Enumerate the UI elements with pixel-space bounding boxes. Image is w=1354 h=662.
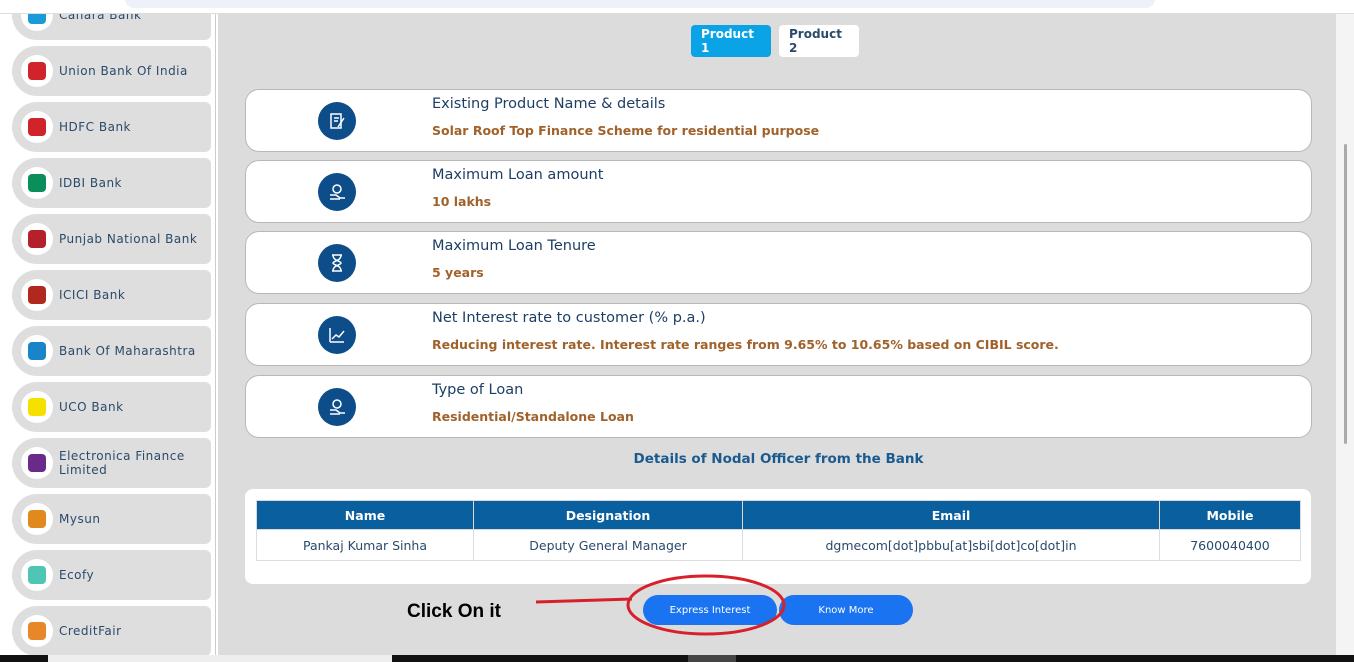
bank-name: Mysun	[59, 512, 101, 526]
hourglass-icon	[318, 244, 356, 282]
officer-name: Pankaj Kumar Sinha	[256, 529, 474, 561]
taskbar	[0, 655, 1354, 662]
detail-value: 10 lakhs	[432, 194, 492, 209]
detail-title: Maximum Loan Tenure	[432, 238, 596, 254]
sidebar-bank-item[interactable]: Electronica Finance Limited	[12, 438, 211, 488]
bom-logo-icon	[21, 335, 53, 367]
bank-name: Punjab National Bank	[59, 232, 198, 246]
detail-card: Maximum Loan Tenure 5 years	[245, 231, 1312, 294]
bank-name: Union Bank Of India	[59, 64, 188, 78]
interest-chart-icon	[318, 316, 356, 354]
detail-title: Maximum Loan amount	[432, 167, 604, 183]
money-hand-icon	[318, 388, 356, 426]
sidebar-bank-item[interactable]: ICICI Bank	[12, 270, 211, 320]
bank-name: CreditFair	[59, 624, 122, 638]
detail-value: Solar Roof Top Finance Scheme for reside…	[432, 123, 820, 138]
sidebar-bank-item[interactable]: CreditFair	[12, 606, 211, 655]
officer-designation: Deputy General Manager	[473, 529, 743, 561]
table-header-row: Name Designation Email Mobile	[256, 500, 1301, 530]
icici-logo-icon	[21, 279, 53, 311]
bank-sidebar: Canara Bank Union Bank Of India HDFC Bank I…	[0, 14, 216, 655]
browser-bar	[0, 0, 1354, 14]
ecofy-logo-icon	[21, 559, 53, 591]
sidebar-bank-item[interactable]: Bank Of Maharashtra	[12, 326, 211, 376]
browser-search-bar[interactable]	[125, 0, 1155, 8]
officer-email: dgmecom[dot]pbbu[at]sbi[dot]co[dot]in	[742, 529, 1160, 561]
money-hand-icon	[318, 173, 356, 211]
detail-value: 5 years	[432, 265, 484, 280]
creditfair-logo-icon	[21, 615, 53, 647]
col-email: Email	[742, 500, 1160, 530]
bank-name: Canara Bank	[59, 14, 142, 22]
nodal-officer-table: Name Designation Email Mobile Pankaj Kum…	[256, 500, 1301, 561]
sidebar-bank-item[interactable]: IDBI Bank	[12, 158, 211, 208]
sidebar-bank-item[interactable]: UCO Bank	[12, 382, 211, 432]
detail-title: Type of Loan	[432, 382, 524, 398]
bank-name: UCO Bank	[59, 400, 124, 414]
detail-card: Type of Loan Residential/Standalone Loan	[245, 375, 1312, 438]
sidebar-bank-item[interactable]: Ecofy	[12, 550, 211, 600]
mysun-logo-icon	[21, 503, 53, 535]
nodal-officer-card: Name Designation Email Mobile Pankaj Kum…	[245, 489, 1311, 584]
union-bank-logo-icon	[21, 55, 53, 87]
express-interest-button[interactable]: Express Interest	[643, 595, 777, 625]
sidebar-bank-item[interactable]: Canara Bank	[12, 14, 211, 40]
pnb-logo-icon	[21, 223, 53, 255]
efl-logo-icon	[21, 447, 53, 479]
col-mobile: Mobile	[1159, 500, 1301, 530]
detail-title: Net Interest rate to customer (% p.a.)	[432, 310, 706, 326]
col-designation: Designation	[473, 500, 743, 530]
bank-name: Ecofy	[59, 568, 95, 582]
table-row: Pankaj Kumar Sinha Deputy General Manage…	[256, 529, 1301, 561]
col-name: Name	[256, 500, 474, 530]
canara-logo-icon	[21, 14, 53, 31]
bank-name: Bank Of Maharashtra	[59, 344, 196, 358]
detail-card: Maximum Loan amount 10 lakhs	[245, 160, 1312, 223]
detail-value: Reducing interest rate. Interest rate ra…	[432, 337, 1059, 352]
tab-product-2[interactable]: Product 2	[779, 25, 859, 57]
scrollbar-thumb[interactable]	[1344, 144, 1347, 444]
nodal-officer-heading: Details of Nodal Officer from the Bank	[633, 451, 924, 467]
detail-card: Existing Product Name & details Solar Roo…	[245, 89, 1312, 152]
hdfc-logo-icon	[21, 111, 53, 143]
officer-mobile: 7600040400	[1159, 529, 1301, 561]
sidebar-bank-item[interactable]: Punjab National Bank	[12, 214, 211, 264]
detail-title: Existing Product Name & details	[432, 96, 666, 112]
annotation-text: Click On it	[407, 601, 501, 622]
document-edit-icon	[318, 102, 356, 140]
detail-value: Residential/Standalone Loan	[432, 409, 634, 424]
sidebar-bank-item[interactable]: Mysun	[12, 494, 211, 544]
bank-name: HDFC Bank	[59, 120, 131, 134]
bank-name: IDBI Bank	[59, 176, 123, 190]
bank-name: ICICI Bank	[59, 288, 126, 302]
scrollbar[interactable]	[1336, 14, 1354, 655]
idbi-logo-icon	[21, 167, 53, 199]
tab-product-1[interactable]: Product 1	[691, 25, 771, 57]
uco-logo-icon	[21, 391, 53, 423]
know-more-button[interactable]: Know More	[779, 595, 913, 625]
sidebar-bank-item[interactable]: HDFC Bank	[12, 102, 211, 152]
sidebar-bank-item[interactable]: Union Bank Of India	[12, 46, 211, 96]
bank-name: Electronica Finance Limited	[59, 449, 185, 477]
detail-card: Net Interest rate to customer (% p.a.) Re…	[245, 303, 1312, 366]
